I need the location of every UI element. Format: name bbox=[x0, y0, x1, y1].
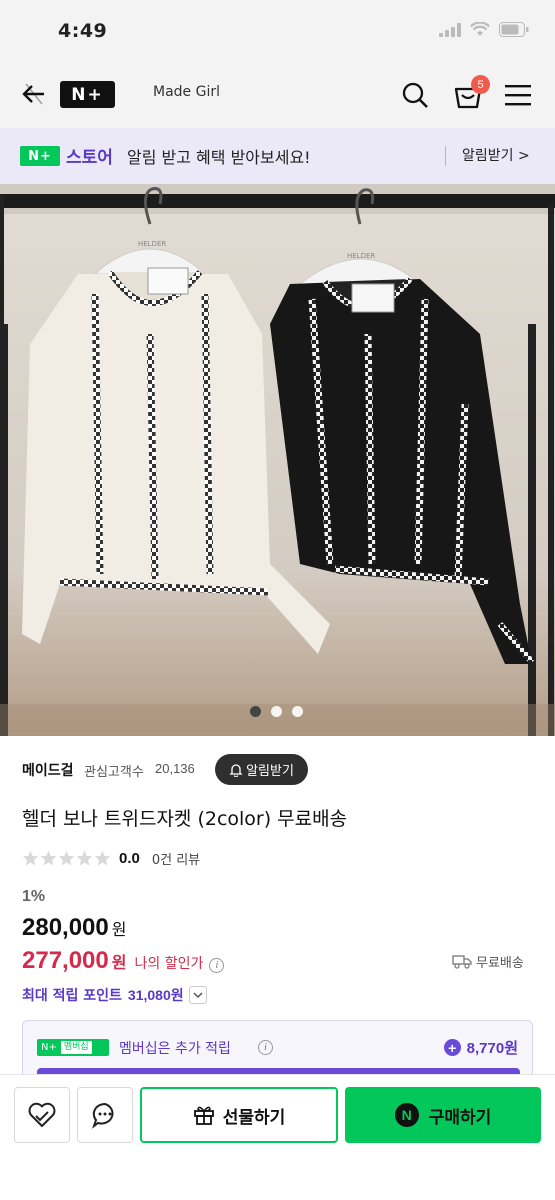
alarm-message: 알림 받고 혜택 받아보세요! bbox=[127, 148, 311, 167]
star-icon bbox=[22, 850, 39, 866]
buy-button-label: 구매하기 bbox=[428, 1107, 492, 1128]
carousel-indicators bbox=[250, 706, 303, 717]
sale-price-value: 277,000 bbox=[22, 947, 109, 974]
followers-count: 20,136 bbox=[155, 761, 195, 776]
carousel-dot[interactable] bbox=[271, 706, 282, 717]
review-count[interactable]: 0건 리뷰 bbox=[152, 849, 200, 868]
bell-icon bbox=[229, 763, 243, 777]
gift-button-label: 선물하기 bbox=[222, 1107, 286, 1128]
top-header: N+ Made Girl 5 bbox=[0, 64, 555, 128]
npay-icon: N bbox=[394, 1103, 419, 1127]
bottom-action-bar: 선물하기 N 구매하기 bbox=[0, 1074, 555, 1200]
info-icon[interactable]: i bbox=[258, 1040, 273, 1055]
gift-button[interactable]: 선물하기 bbox=[140, 1087, 338, 1143]
naver-plus-small-logo: N+ bbox=[20, 146, 60, 166]
original-price-value: 280,000 bbox=[22, 914, 109, 941]
wishlist-button[interactable] bbox=[14, 1087, 70, 1143]
product-title: 헬더 보나 트위드자켓 (2color) 무료배송 bbox=[22, 808, 348, 830]
back-button[interactable] bbox=[18, 78, 50, 110]
chevron-down-icon bbox=[193, 991, 203, 998]
currency: 원 bbox=[111, 920, 127, 939]
membership-points: + 8,770원 bbox=[443, 1037, 518, 1058]
followers-label: 관심고객수 bbox=[84, 765, 144, 780]
carousel-dot[interactable] bbox=[250, 706, 261, 717]
store-alarm-banner[interactable]: N+ 스토어 알림 받고 혜택 받아보세요! 알림받기 > bbox=[0, 128, 555, 184]
divider bbox=[445, 146, 446, 166]
shipping-info: 무료배송 bbox=[452, 952, 524, 971]
menu-button[interactable] bbox=[503, 81, 533, 109]
alarm-subscribe-link[interactable]: 알림받기 > bbox=[462, 145, 530, 165]
discount-rate: 1% bbox=[22, 888, 46, 905]
status-bar: 4:49 bbox=[0, 0, 555, 64]
gift-icon bbox=[193, 1106, 214, 1125]
back-arrow-icon bbox=[22, 83, 44, 105]
hamburger-menu-icon bbox=[505, 85, 531, 106]
rating-value: 0.0 bbox=[119, 849, 140, 867]
search-button[interactable] bbox=[399, 79, 431, 111]
buy-button[interactable]: N 구매하기 bbox=[345, 1087, 541, 1143]
star-icon bbox=[94, 850, 111, 866]
original-price: 280,000 원 bbox=[22, 914, 127, 942]
membership-text: 멤버십은 추가 적립 bbox=[119, 1041, 231, 1057]
cart-count-badge: 5 bbox=[471, 75, 490, 94]
status-time: 4:49 bbox=[58, 20, 108, 42]
max-points-row[interactable]: 최대 적립 포인트 31,080원 bbox=[22, 985, 207, 1005]
truck-icon bbox=[452, 955, 472, 969]
star-icon bbox=[58, 850, 75, 866]
hanger-brand-right: HELDER bbox=[347, 252, 375, 260]
battery-icon bbox=[499, 22, 529, 37]
star-icon bbox=[40, 850, 57, 866]
naver-plus-logo[interactable]: N+ bbox=[60, 81, 115, 108]
product-image-carousel[interactable]: HELDER HELDER bbox=[0, 184, 555, 736]
heart-check-icon bbox=[28, 1102, 56, 1127]
membership-logo-text: N+ bbox=[41, 1042, 57, 1053]
info-icon[interactable]: i bbox=[209, 958, 225, 973]
alarm-button-label: 알림받기 bbox=[246, 764, 294, 779]
membership-logo: N+ 멤버십 bbox=[37, 1039, 109, 1056]
membership-badge: 멤버십 bbox=[60, 1041, 92, 1054]
talk-talk-button[interactable] bbox=[77, 1087, 133, 1143]
sale-price: 277,000 원 나의 할인가 i bbox=[22, 947, 225, 975]
seller-alarm-button[interactable]: 알림받기 bbox=[215, 754, 308, 785]
wifi-icon bbox=[470, 22, 490, 36]
seller-name[interactable]: 메이드걸 bbox=[22, 760, 74, 780]
carousel-dot[interactable] bbox=[292, 706, 303, 717]
expand-points-button[interactable] bbox=[188, 986, 207, 1004]
hanger-brand-left: HELDER bbox=[138, 240, 166, 248]
rating-row[interactable]: 0.0 0건 리뷰 bbox=[22, 848, 200, 868]
chat-bubble-icon bbox=[92, 1102, 114, 1129]
my-discount-label: 나의 할인가 bbox=[134, 956, 204, 972]
shipping-label: 무료배송 bbox=[476, 956, 524, 971]
currency: 원 bbox=[111, 953, 127, 972]
status-icons bbox=[439, 22, 529, 37]
star-icon bbox=[76, 850, 93, 866]
rating-stars bbox=[22, 850, 111, 866]
store-name[interactable]: Made Girl bbox=[153, 84, 220, 100]
store-label: 스토어 bbox=[66, 148, 113, 168]
signal-icon bbox=[439, 22, 461, 37]
points-label: 최대 적립 포인트 bbox=[22, 988, 122, 1004]
membership-points-value: 8,770원 bbox=[466, 1040, 518, 1057]
seller-row: 메이드걸 관심고객수 20,136 알림받기 bbox=[22, 754, 542, 785]
plus-icon: + bbox=[443, 1039, 461, 1056]
search-icon bbox=[402, 82, 428, 108]
product-photo: HELDER HELDER bbox=[0, 184, 555, 736]
points-value: 31,080원 bbox=[127, 987, 184, 1003]
